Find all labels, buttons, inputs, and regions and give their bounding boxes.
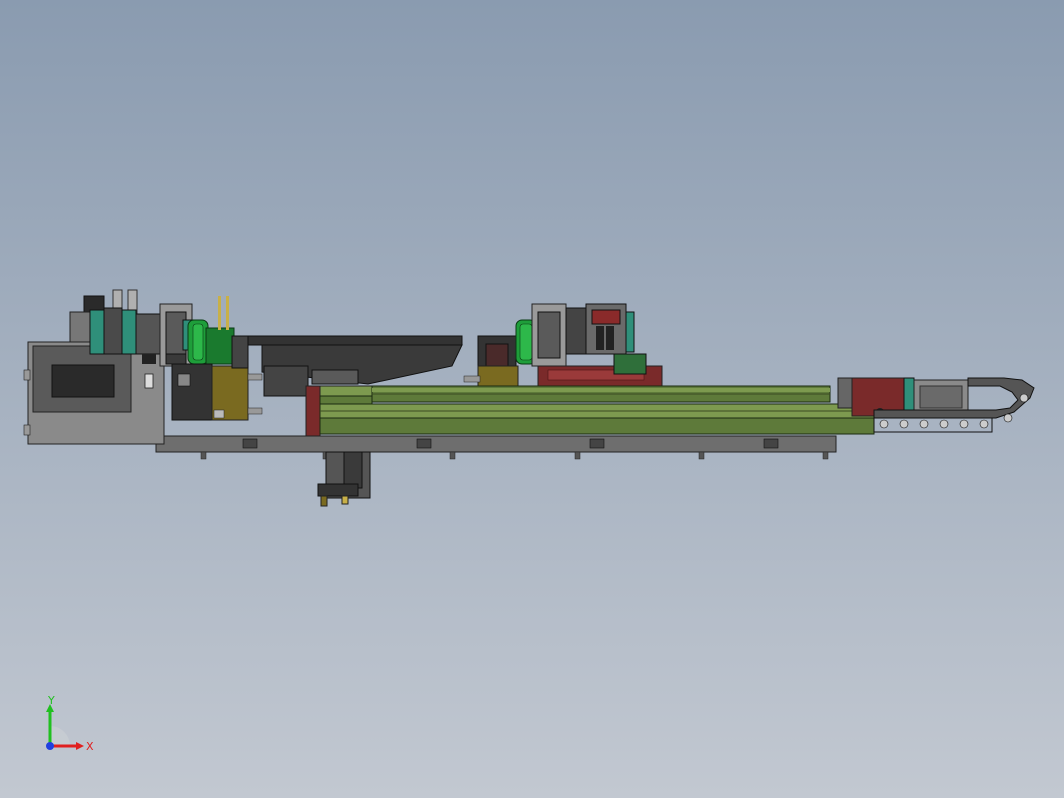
z-axis-dot xyxy=(46,742,54,750)
base-plate xyxy=(155,435,837,453)
leveling-feet xyxy=(200,451,829,460)
middle-carriage-block xyxy=(463,335,519,387)
linear-rail-module xyxy=(305,385,875,437)
x-axis-arrowhead xyxy=(76,742,84,750)
triad-quadrant-icon xyxy=(50,726,70,746)
y-axis-label: Y xyxy=(47,696,55,707)
lower-hanging-bracket xyxy=(317,451,371,507)
cad-viewport[interactable]: Y X xyxy=(0,0,1064,798)
x-axis-label: X xyxy=(86,740,94,753)
coordinate-triad: Y X xyxy=(46,696,94,753)
left-green-motor xyxy=(187,296,235,365)
machine-assembly-model[interactable] xyxy=(0,0,1064,798)
